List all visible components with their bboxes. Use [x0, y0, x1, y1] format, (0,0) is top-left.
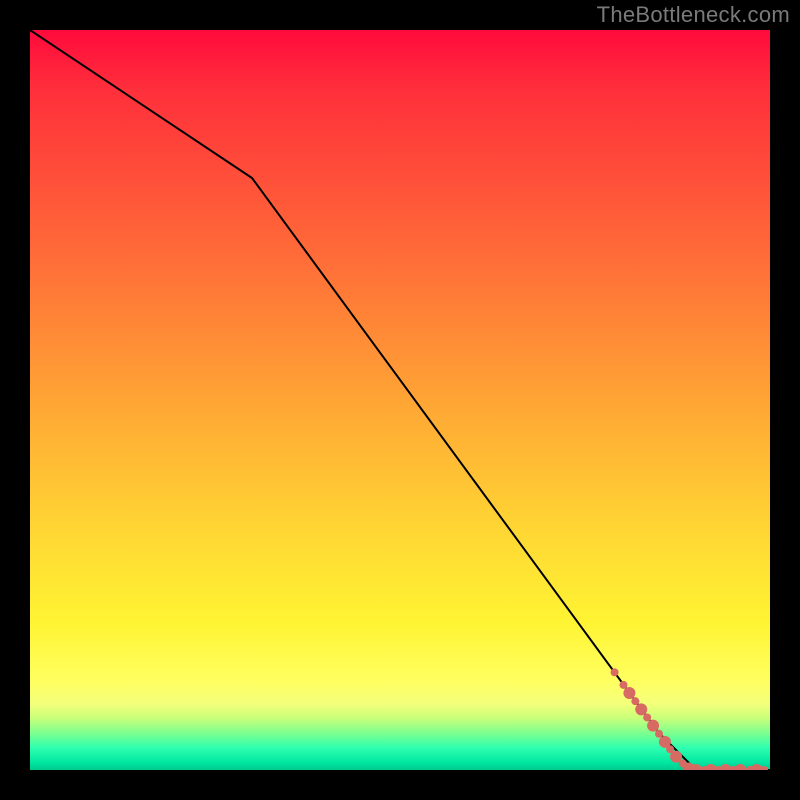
chart-frame: TheBottleneck.com: [0, 0, 800, 800]
scatter-point: [619, 681, 627, 689]
bottleneck-curve: [30, 30, 770, 770]
chart-svg: [30, 30, 770, 770]
scatter-point: [734, 764, 746, 770]
scatter-point: [643, 713, 651, 721]
watermark-text: TheBottleneck.com: [597, 2, 790, 28]
plot-area: [30, 30, 770, 770]
scatter-point: [647, 720, 659, 732]
line-layer: [30, 30, 770, 770]
scatter-point: [631, 697, 639, 705]
scatter-point: [655, 730, 663, 738]
scatter-point: [635, 703, 647, 715]
scatter-point: [623, 687, 635, 699]
scatter-point: [611, 668, 619, 676]
scatter-layer: [611, 668, 768, 770]
